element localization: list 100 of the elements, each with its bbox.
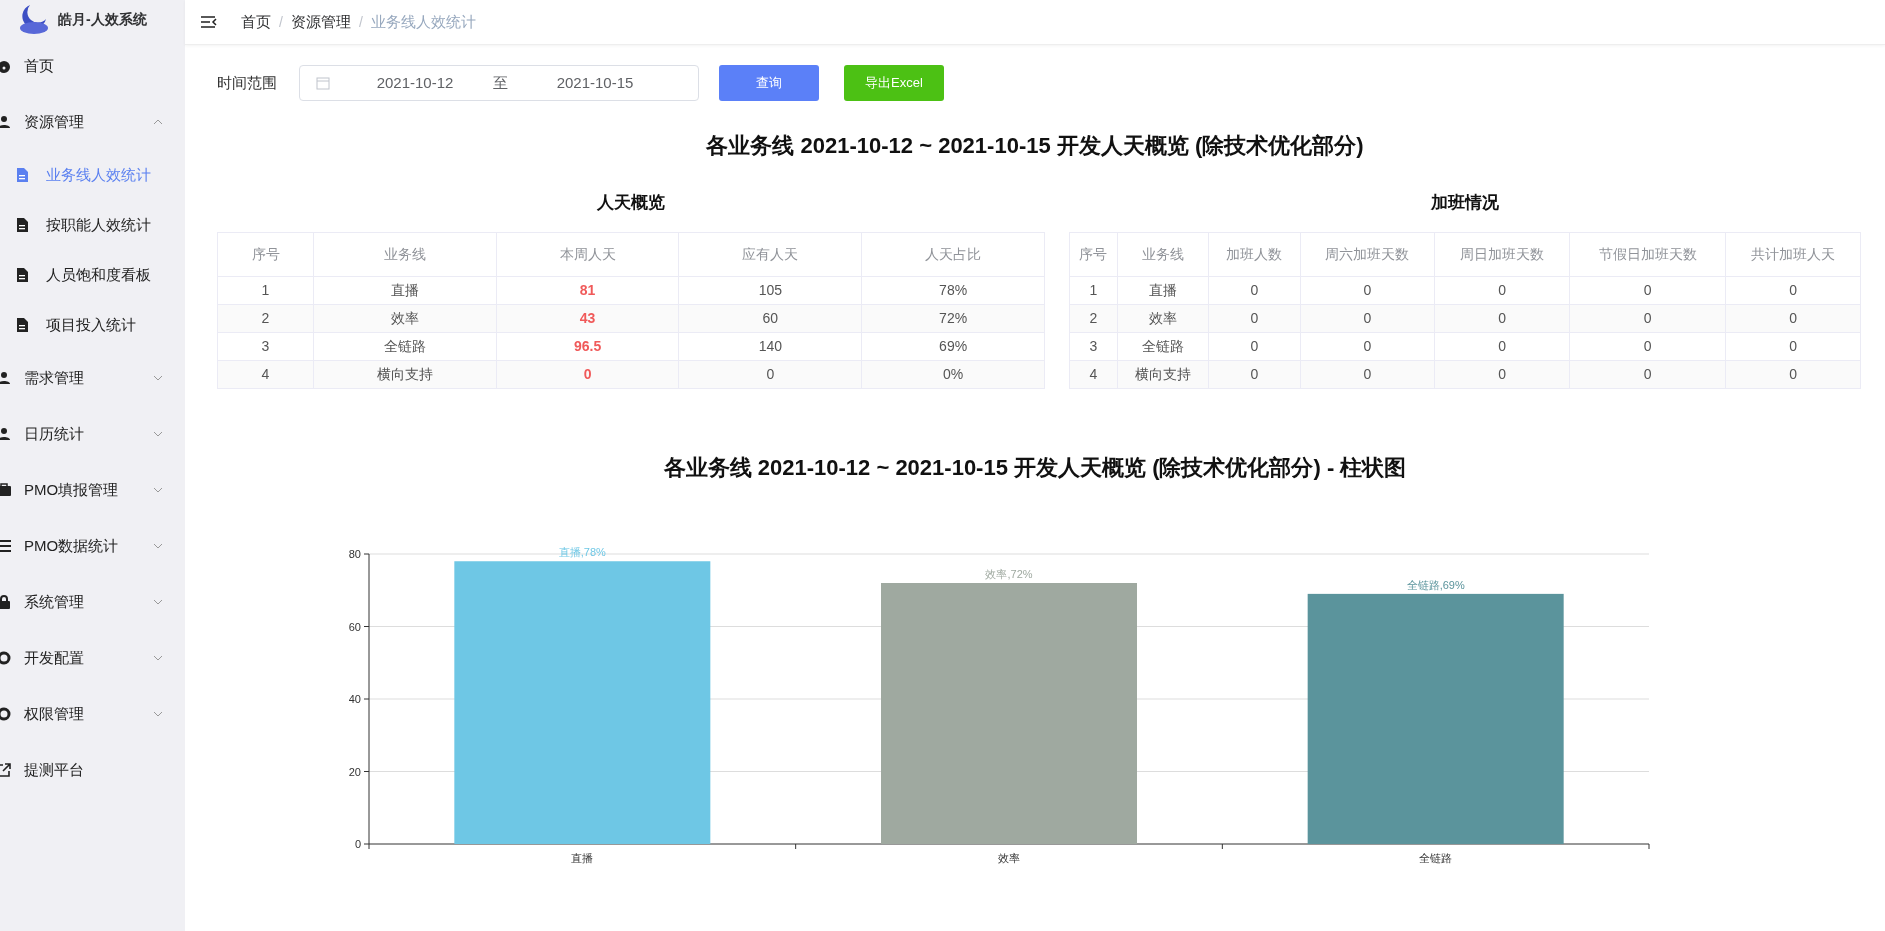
chevron-icon	[153, 487, 163, 493]
y-tick-label: 20	[348, 765, 361, 777]
document-icon	[14, 217, 30, 233]
column-header: 业务线	[313, 232, 497, 276]
column-header: 节假日加班天数	[1569, 232, 1726, 276]
table-cell: 105	[679, 276, 862, 304]
query-button[interactable]: 查询	[719, 65, 819, 101]
table-cell: 0	[1569, 304, 1726, 332]
table-cell: 0	[1208, 304, 1301, 332]
column-header: 加班人数	[1208, 232, 1301, 276]
table-cell: 3	[217, 332, 314, 360]
calendar-icon	[316, 76, 330, 90]
table-cell: 81	[496, 276, 679, 304]
sidebar-item[interactable]: 系统管理	[0, 574, 185, 630]
document-icon	[14, 167, 30, 183]
sidebar-subitem[interactable]: 项目投入统计	[0, 300, 185, 350]
column-header: 应有人天	[679, 232, 862, 276]
column-header: 业务线	[1117, 232, 1209, 276]
sidebar-item[interactable]: 需求管理	[0, 350, 185, 406]
date-range-field[interactable]: 2021-10-12 至 2021-10-15	[299, 65, 699, 101]
table-cell: 60	[679, 304, 862, 332]
briefcase-icon	[0, 482, 12, 498]
table-cell: 0	[1300, 332, 1435, 360]
sidebar-item[interactable]: PMO数据统计	[0, 518, 185, 574]
table-cell: 43	[496, 304, 679, 332]
menu-icon[interactable]	[201, 16, 217, 28]
sidebar-item[interactable]: 资源管理	[0, 94, 185, 150]
table-cell: 横向支持	[313, 360, 497, 388]
chevron-icon	[153, 543, 163, 549]
column-header: 序号	[217, 232, 314, 276]
page-title: 各业务线 2021-10-12 ~ 2021-10-15 开发人天概览 (除技术优化部分)	[705, 132, 1365, 160]
bar-value-label: 全链路,69%	[1406, 578, 1465, 591]
breadcrumb-link[interactable]: 资源管理	[290, 10, 351, 34]
table-cell: 3	[1069, 332, 1118, 360]
breadcrumb-separator: /	[279, 12, 283, 32]
column-header: 人天占比	[861, 232, 1045, 276]
y-tick-label: 0	[354, 837, 361, 850]
table-cell: 2	[217, 304, 314, 332]
person-icon	[0, 114, 12, 130]
app-title: 皓月-人效系统	[58, 9, 147, 29]
sidebar-item[interactable]: 日历统计	[0, 406, 185, 462]
chevron-icon	[153, 375, 163, 381]
start-date: 2021-10-12	[375, 72, 455, 93]
table-cell: 4	[1069, 360, 1118, 388]
table-cell: 0	[496, 360, 679, 388]
table-cell: 0	[679, 360, 862, 388]
chevron-icon	[153, 711, 163, 717]
table-cell: 72%	[861, 304, 1045, 332]
document-icon	[14, 317, 30, 333]
person-icon	[0, 426, 12, 442]
sidebar-item[interactable]: 开发配置	[0, 630, 185, 686]
table-cell: 0	[1434, 332, 1570, 360]
table-cell: 0	[1434, 360, 1570, 388]
table-cell: 0	[1569, 276, 1726, 304]
table-cell: 0	[1434, 304, 1570, 332]
table-cell: 0	[1725, 332, 1861, 360]
y-tick-label: 60	[348, 620, 361, 632]
sidebar-item[interactable]: 权限管理	[0, 686, 185, 742]
document-icon	[14, 267, 30, 283]
table-cell: 1	[1069, 276, 1118, 304]
column-header: 本周人天	[496, 232, 679, 276]
table-cell: 0	[1208, 332, 1301, 360]
sidebar-item[interactable]: PMO填报管理	[0, 462, 185, 518]
sidebar-item[interactable]: 首页	[0, 38, 185, 94]
table-cell: 78%	[861, 276, 1045, 304]
external-link-icon	[0, 762, 12, 778]
table-cell: 0%	[861, 360, 1045, 388]
sidebar-item[interactable]: 提测平台	[0, 742, 185, 798]
x-tick-label: 直播	[571, 851, 594, 864]
chevron-icon	[153, 599, 163, 605]
x-tick-label: 效率	[998, 851, 1020, 864]
column-header: 序号	[1069, 232, 1118, 276]
ring-icon	[0, 706, 12, 722]
sidebar-subitem[interactable]: 人员饱和度看板	[0, 250, 185, 300]
table-cell: 效率	[1117, 304, 1209, 332]
table-cell: 0	[1569, 332, 1726, 360]
table-cell: 0	[1725, 276, 1861, 304]
table-title: 人天概览	[596, 192, 666, 214]
table-cell: 1	[217, 276, 314, 304]
table-cell: 0	[1208, 276, 1301, 304]
table-cell: 0	[1725, 360, 1861, 388]
bar-value-label: 直播,78%	[558, 545, 606, 558]
table-cell: 69%	[861, 332, 1045, 360]
table-cell: 0	[1434, 276, 1570, 304]
column-header: 周日加班天数	[1434, 232, 1570, 276]
sidebar-subitem[interactable]: 按职能人效统计	[0, 200, 185, 250]
bar-value-label: 效率,72%	[985, 567, 1033, 580]
x-tick-label: 全链路	[1419, 851, 1453, 864]
filter-label: 时间范围	[217, 72, 278, 93]
table-cell: 横向支持	[1117, 360, 1209, 388]
end-date: 2021-10-15	[555, 72, 635, 93]
chevron-icon	[153, 655, 163, 661]
lock-icon	[0, 594, 12, 610]
table-cell: 直播	[313, 276, 497, 304]
chevron-icon	[153, 431, 163, 437]
breadcrumb-link[interactable]: 首页	[241, 10, 271, 34]
table-cell: 直播	[1117, 276, 1209, 304]
table-cell: 0	[1300, 360, 1435, 388]
table-title: 加班情况	[1430, 192, 1500, 214]
y-tick-label: 40	[348, 692, 361, 705]
